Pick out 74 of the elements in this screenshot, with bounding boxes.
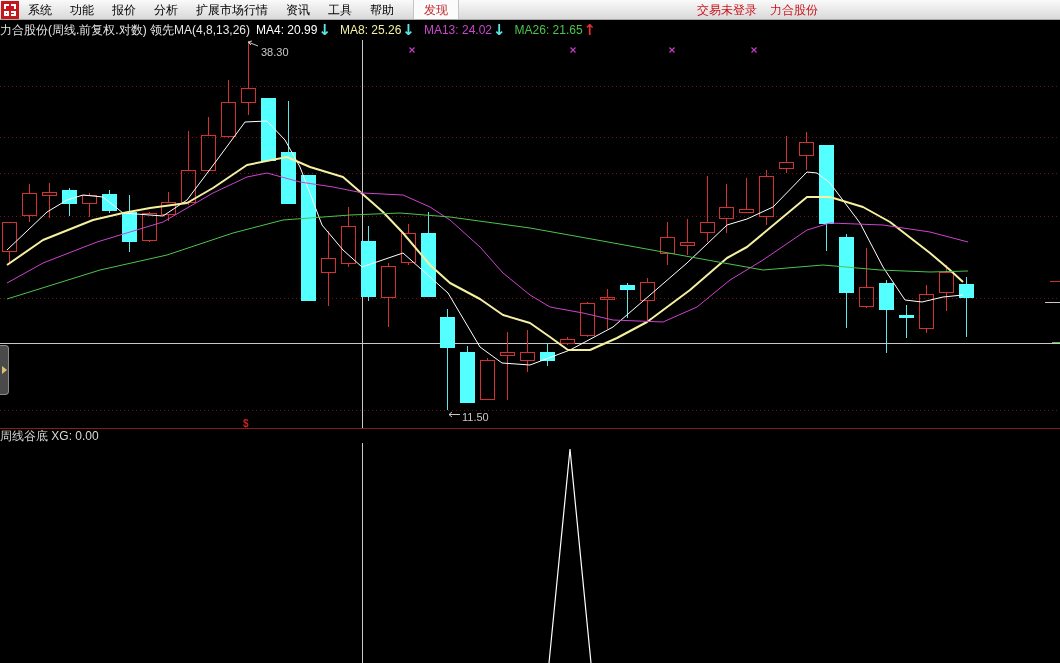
leader-arrow bbox=[247, 40, 259, 47]
rising-candlestick bbox=[739, 177, 754, 214]
menu-item[interactable]: 分析 bbox=[145, 0, 187, 19]
rising-candlestick bbox=[22, 183, 37, 223]
falling-candlestick bbox=[62, 187, 77, 217]
panel-toggle-button[interactable] bbox=[0, 345, 9, 395]
falling-candlestick bbox=[102, 189, 117, 214]
menu-item[interactable]: 资讯 bbox=[277, 0, 319, 19]
rising-candlestick bbox=[779, 135, 794, 174]
trend-arrow: ↓ bbox=[493, 22, 506, 38]
status-text: 交易未登录 bbox=[697, 1, 757, 19]
falling-candlestick bbox=[460, 345, 475, 404]
rising-candlestick bbox=[719, 183, 734, 234]
menu-item[interactable]: 功能 bbox=[61, 0, 103, 19]
rising-candlestick bbox=[480, 357, 495, 401]
rising-candlestick bbox=[560, 336, 575, 346]
menu-item[interactable]: 工具 bbox=[319, 0, 361, 19]
rising-candlestick bbox=[660, 221, 675, 266]
ma-value-label: MA13: 24.02 bbox=[423, 22, 492, 39]
rising-candlestick bbox=[142, 211, 157, 243]
rising-candlestick bbox=[799, 131, 814, 171]
ma-value-label: MA8: 25.26 bbox=[340, 22, 402, 39]
rising-candlestick bbox=[520, 329, 535, 373]
cross-marker-icon bbox=[668, 46, 676, 54]
menu-item[interactable]: 发现 bbox=[413, 0, 459, 19]
low-price-label: 11.50 bbox=[462, 411, 489, 423]
price-level-mark bbox=[1051, 342, 1060, 343]
falling-candlestick bbox=[540, 342, 555, 367]
menu-item[interactable]: 扩展市场行情 bbox=[187, 0, 277, 19]
price-level-mark bbox=[1044, 302, 1060, 303]
ma-value-label: MA26: 21.65 bbox=[514, 22, 583, 39]
falling-candlestick bbox=[122, 194, 137, 253]
triangle-right-icon bbox=[1, 366, 7, 374]
rising-candlestick bbox=[42, 182, 57, 219]
signal-marker: $ bbox=[243, 418, 249, 428]
ma-value-label: MA4: 20.99 bbox=[256, 22, 318, 39]
cross-marker-icon bbox=[569, 46, 577, 54]
rising-candlestick bbox=[939, 264, 954, 312]
rising-candlestick bbox=[221, 79, 236, 139]
falling-candlestick bbox=[959, 276, 974, 338]
rising-candlestick bbox=[759, 169, 774, 226]
leader-arrow bbox=[448, 411, 461, 418]
app-logo-icon bbox=[1, 0, 19, 19]
chart-title: 力合股份(周线.前复权.对数) 领先MA(4,8,13,26) bbox=[0, 22, 251, 39]
high-price-label: 38.30 bbox=[261, 46, 289, 58]
rising-candlestick bbox=[381, 262, 396, 328]
rising-candlestick bbox=[859, 247, 874, 309]
rising-candlestick bbox=[82, 192, 97, 218]
rising-candlestick bbox=[919, 284, 934, 334]
indicator-title: 周线谷底 XG: 0.00 bbox=[0, 429, 99, 443]
falling-candlestick bbox=[261, 97, 276, 161]
falling-candlestick bbox=[899, 304, 914, 339]
cross-marker-icon bbox=[750, 46, 758, 54]
status-text: 力合股份 bbox=[770, 1, 818, 19]
rising-candlestick bbox=[680, 218, 695, 256]
cross-marker-icon bbox=[408, 46, 416, 54]
rising-candlestick bbox=[161, 191, 176, 222]
rising-candlestick bbox=[700, 175, 715, 243]
rising-candlestick bbox=[500, 331, 515, 401]
price-level-mark bbox=[1049, 281, 1060, 282]
rising-candlestick bbox=[341, 206, 356, 268]
trend-arrow: ↓ bbox=[318, 22, 331, 38]
rising-candlestick bbox=[600, 288, 615, 330]
menu-item[interactable]: 系统 bbox=[19, 0, 61, 19]
rising-candlestick bbox=[580, 301, 595, 338]
rising-candlestick bbox=[201, 116, 216, 173]
trend-arrow: ↑ bbox=[583, 22, 597, 38]
rising-candlestick bbox=[640, 277, 655, 321]
rising-candlestick bbox=[2, 222, 17, 263]
rising-candlestick bbox=[401, 223, 416, 266]
menu-item[interactable]: 报价 bbox=[103, 0, 145, 19]
menu-item[interactable]: 帮助 bbox=[361, 0, 403, 19]
falling-candlestick bbox=[620, 282, 635, 319]
trend-arrow: ↓ bbox=[402, 22, 415, 38]
